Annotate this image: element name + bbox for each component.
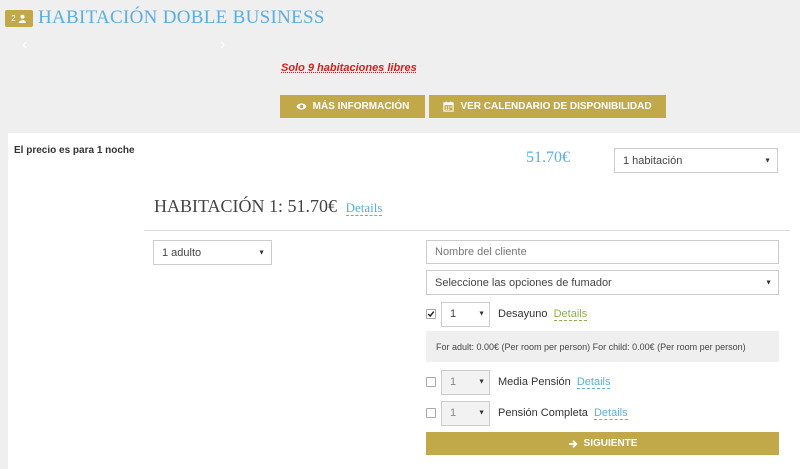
- divider: [144, 230, 790, 231]
- half-board-label-text: Media Pensión: [498, 376, 571, 388]
- breakfast-label: Desayuno Details: [498, 308, 588, 321]
- rooms-select-value: 1 habitación: [623, 154, 683, 167]
- option-half-board: 1 ▼ Media Pensión Details: [426, 369, 611, 395]
- arrow-right-icon: [568, 439, 578, 448]
- chevron-down-icon: ▼: [764, 157, 771, 164]
- half-board-label: Media Pensión Details: [498, 376, 611, 389]
- chevron-down-icon: ▼: [478, 310, 485, 318]
- user-icon: [18, 14, 26, 23]
- room-heading-text: HABITACIÓN 1: 51.70€: [154, 196, 338, 216]
- breakfast-label-text: Desayuno: [498, 308, 548, 320]
- breakfast-details-link[interactable]: Details: [553, 308, 588, 321]
- chevron-down-icon: ▼: [765, 279, 772, 286]
- smoking-select[interactable]: Seleccione las opciones de fumador ▼: [426, 270, 779, 295]
- total-price: 51.70€: [526, 149, 570, 166]
- half-board-qty-select[interactable]: 1 ▼: [441, 369, 490, 395]
- next-button[interactable]: SIGUIENTE: [426, 432, 779, 455]
- room-number: 2: [11, 14, 16, 23]
- room-title: HABITACIÓN DOBLE BUSINESS: [38, 7, 325, 28]
- option-breakfast: 1 ▼ Desayuno Details: [426, 301, 588, 327]
- adults-select-value: 1 adulto: [162, 246, 202, 259]
- booking-panel: El precio es para 1 noche 51.70€ 1 habit…: [8, 133, 800, 469]
- availability-text: Solo 9 habitaciones libres: [281, 62, 417, 74]
- room-heading: HABITACIÓN 1: 51.70€ Details: [154, 196, 383, 217]
- more-info-label: MÁS INFORMACIÓN: [312, 101, 410, 112]
- breakfast-checkbox[interactable]: [426, 309, 436, 319]
- breakfast-qty-select[interactable]: 1 ▼: [441, 301, 490, 327]
- calendar-label: VER CALENDARIO DE DISPONIBILIDAD: [460, 101, 652, 112]
- full-board-label: Pensión Completa Details: [498, 407, 628, 420]
- chevron-down-icon: ▼: [478, 409, 485, 417]
- breakfast-info-box: For adult: 0.00€ (Per room per person) F…: [426, 331, 779, 362]
- half-board-qty-value: 1: [450, 376, 457, 388]
- full-board-qty-value: 1: [450, 407, 457, 419]
- breakfast-qty-value: 1: [450, 308, 457, 320]
- guest-name-input[interactable]: [426, 240, 779, 264]
- room-details-link[interactable]: Details: [345, 200, 383, 216]
- smoking-select-value: Seleccione las opciones de fumador: [435, 276, 612, 289]
- eye-icon: [296, 103, 307, 110]
- chevron-down-icon: ▼: [258, 249, 265, 256]
- chevron-down-icon: ▼: [478, 378, 485, 386]
- next-button-label: SIGUIENTE: [583, 438, 638, 449]
- full-board-details-link[interactable]: Details: [593, 407, 628, 420]
- availability-calendar-button[interactable]: VER CALENDARIO DE DISPONIBILIDAD: [429, 95, 666, 118]
- option-full-board: 1 ▼ Pensión Completa Details: [426, 400, 628, 426]
- adults-select[interactable]: 1 adulto ▼: [153, 240, 272, 265]
- checkmark-icon: [427, 311, 435, 318]
- price-note: El precio es para 1 noche: [14, 145, 135, 156]
- full-board-qty-select[interactable]: 1 ▼: [441, 400, 490, 426]
- full-board-label-text: Pensión Completa: [498, 407, 588, 419]
- full-board-checkbox[interactable]: [426, 408, 436, 418]
- rooms-select[interactable]: 1 habitación ▼: [614, 148, 778, 173]
- half-board-details-link[interactable]: Details: [576, 376, 611, 389]
- calendar-icon: [443, 101, 455, 112]
- room-number-badge: 2: [5, 10, 33, 27]
- half-board-checkbox[interactable]: [426, 377, 436, 387]
- more-info-button[interactable]: MÁS INFORMACIÓN: [280, 95, 425, 118]
- chevron-right-icon[interactable]: ›: [220, 36, 225, 54]
- chevron-left-icon[interactable]: ‹: [22, 36, 27, 54]
